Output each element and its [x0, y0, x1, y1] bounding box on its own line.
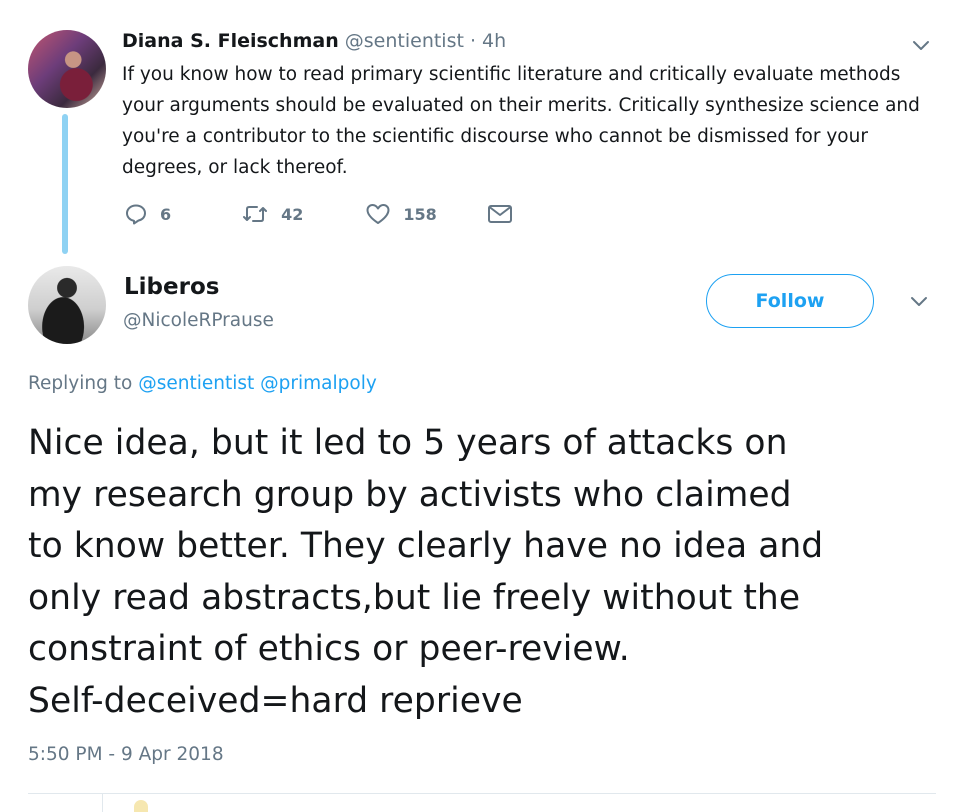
- tweet-text-line: constraint of ethics or peer-review.: [28, 629, 630, 669]
- chevron-down-icon[interactable]: [910, 34, 932, 56]
- parent-author-meta[interactable]: @sentientist · 4h: [345, 30, 506, 52]
- reply-icon: [124, 202, 148, 226]
- follow-button[interactable]: Follow: [706, 274, 874, 328]
- reply-count: 6: [160, 204, 172, 224]
- tweet-text-line: Self-deceived=hard reprieve: [28, 680, 523, 721]
- avatar[interactable]: [28, 30, 106, 108]
- mention-link[interactable]: @primalpoly: [260, 373, 377, 394]
- envelope-icon: [487, 203, 513, 225]
- parent-tweet-text: If you know how to read primary scientif…: [122, 64, 920, 178]
- tweet-text-line: to know better. They clearly have no ide…: [28, 526, 824, 566]
- retweet-button[interactable]: 42: [241, 202, 303, 226]
- avatar[interactable]: [28, 266, 106, 344]
- like-button[interactable]: 158: [365, 202, 437, 226]
- tweet-text: Nice idea, but it led to 5 years of atta…: [28, 418, 948, 727]
- retweet-icon: [241, 202, 269, 226]
- thread-connector: [62, 114, 68, 254]
- direct-message-button[interactable]: [487, 203, 513, 225]
- stats-icon: [134, 800, 148, 812]
- author-name[interactable]: Liberos: [124, 274, 219, 300]
- tweet-text-line: only read abstracts,but lie freely witho…: [28, 577, 801, 618]
- author-handle[interactable]: @NicoleRPrause: [123, 310, 274, 331]
- heart-icon: [365, 202, 391, 226]
- reply-button[interactable]: 6: [124, 202, 171, 226]
- divider: [102, 794, 103, 812]
- parent-tweet-header: Diana S. Fleischman @sentientist · 4h: [122, 30, 506, 52]
- tweet-text-line: my research group by activists who claim…: [28, 474, 792, 515]
- replying-to: Replying to @sentientist @primalpoly: [28, 373, 377, 394]
- tweet-timestamp[interactable]: 5:50 PM - 9 Apr 2018: [28, 744, 224, 765]
- parent-author-name[interactable]: Diana S. Fleischman: [122, 30, 339, 52]
- chevron-down-icon[interactable]: [908, 290, 930, 312]
- like-count: 158: [403, 204, 437, 224]
- replying-prefix: Replying to: [28, 373, 133, 394]
- parent-tweet-actions: 6 42 158: [124, 202, 513, 226]
- divider: [28, 793, 936, 794]
- retweet-count: 42: [281, 204, 304, 224]
- tweet-text-line: Nice idea, but it led to 5 years of atta…: [28, 423, 788, 463]
- mention-link[interactable]: @sentientist: [138, 373, 254, 394]
